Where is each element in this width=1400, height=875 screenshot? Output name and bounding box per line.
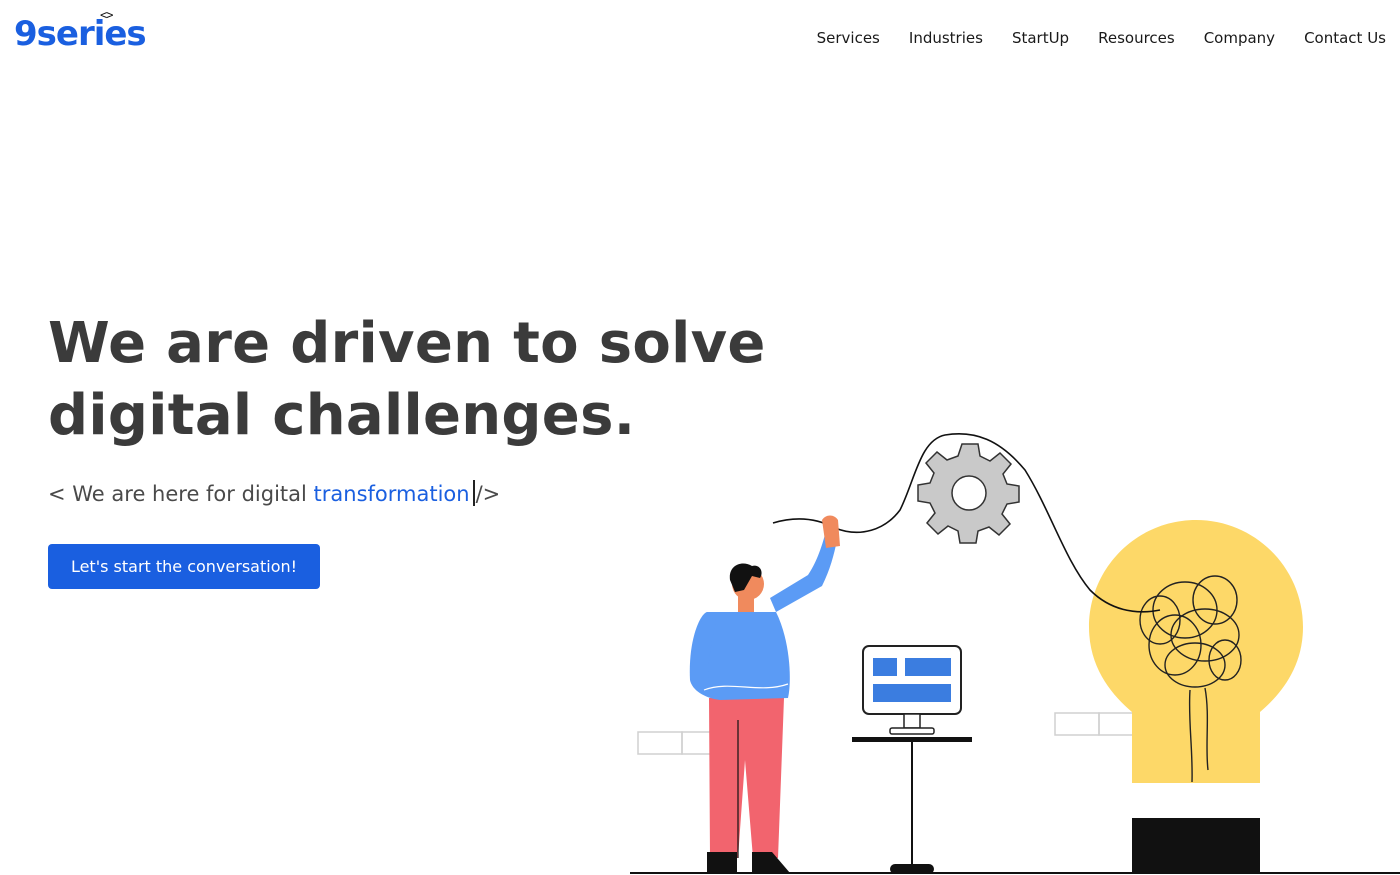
hero-title: We are driven to solve digital challenge… [48, 308, 768, 452]
logo-text: 9series [14, 14, 147, 54]
hero-sub-prefix: < We are here for digital [48, 482, 314, 506]
connecting-wire [772, 433, 1161, 613]
hero-title-line2: digital challenges. [48, 383, 636, 448]
typing-caret [472, 480, 475, 506]
main-nav: Services Industries StartUp Resources Co… [788, 29, 1386, 47]
nav-item-contact-us[interactable]: Contact Us [1304, 29, 1386, 47]
nav-item-industries[interactable]: Industries [909, 29, 983, 47]
left-shelf [637, 731, 727, 755]
start-conversation-button[interactable]: Let's start the conversation! [48, 544, 320, 589]
page: <> 9series Services Industries StartUp R… [0, 0, 1400, 875]
person-illustration [689, 515, 840, 873]
hero-sub-suffix: /> [475, 482, 501, 506]
nav-item-startup[interactable]: StartUp [1012, 29, 1069, 47]
lightbulb-icon [1089, 520, 1303, 873]
nav-item-company[interactable]: Company [1204, 29, 1275, 47]
monitor-icon [852, 645, 972, 874]
nav-item-resources[interactable]: Resources [1098, 29, 1175, 47]
nav-item-services[interactable]: Services [817, 29, 880, 47]
hero-subtitle: < We are here for digital transformation… [48, 480, 500, 506]
brand-logo[interactable]: <> 9series [14, 8, 164, 54]
gear-icon [917, 443, 1020, 544]
right-shelf [1054, 712, 1144, 736]
hero-sub-accent: transformation [313, 482, 470, 506]
hero-title-line1: We are driven to solve [48, 311, 766, 376]
